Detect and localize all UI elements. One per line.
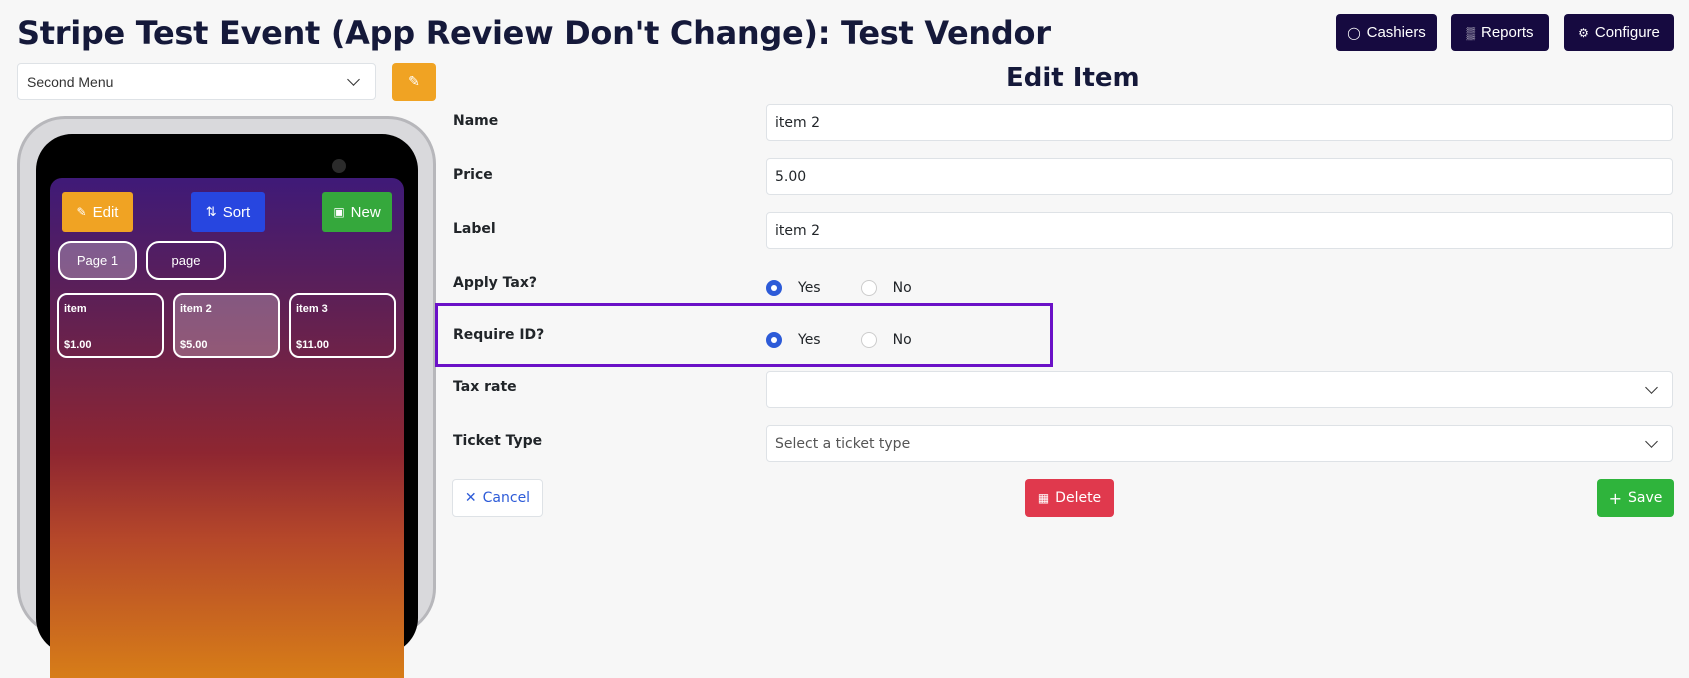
require-id-yes-radio[interactable] — [766, 332, 782, 348]
item-card-name: item 3 — [296, 303, 328, 315]
item-card-price: $1.00 — [64, 339, 92, 351]
cancel-button-label: Cancel — [482, 490, 531, 506]
page-tab-1[interactable]: Page 1 — [58, 241, 137, 280]
name-input[interactable]: item 2 — [766, 104, 1673, 141]
tax-rate-label: Tax rate — [453, 379, 517, 395]
cashiers-button-label: Cashiers — [1366, 24, 1426, 41]
reports-button[interactable]: ▒ Reports — [1451, 14, 1549, 51]
edit-menu-button[interactable]: ✎ — [392, 63, 436, 101]
item-card-name: item — [64, 303, 87, 315]
chevron-down-icon — [1645, 434, 1658, 448]
ticket-type-placeholder: Select a ticket type — [775, 435, 911, 452]
phone-new-button[interactable]: ▣ New — [322, 192, 392, 232]
phone-preview: ✎ Edit ⇅ Sort ▣ New Page 1 page item $1.… — [17, 116, 436, 678]
cancel-button[interactable]: ✕ Cancel — [452, 479, 543, 517]
ticket-type-label: Ticket Type — [453, 433, 543, 449]
item-card-name: item 2 — [180, 303, 212, 315]
apply-tax-yes-label[interactable]: Yes — [798, 280, 821, 296]
price-label: Price — [453, 167, 493, 183]
gear-icon: ⚙ — [1578, 25, 1589, 40]
name-label: Name — [453, 113, 499, 129]
sort-icon: ⇅ — [205, 204, 217, 219]
save-button-label: Save — [1628, 490, 1663, 506]
phone-sort-label: Sort — [222, 203, 251, 221]
bar-chart-icon: ▒ — [1466, 25, 1475, 40]
phone-screen: ✎ Edit ⇅ Sort ▣ New Page 1 page item $1.… — [50, 178, 404, 678]
plus-icon: + — [1608, 488, 1623, 508]
label-input[interactable]: item 2 — [766, 212, 1673, 249]
phone-bezel: ✎ Edit ⇅ Sort ▣ New Page 1 page item $1.… — [36, 134, 418, 678]
item-card-price: $5.00 — [180, 339, 208, 351]
item-card[interactable]: item $1.00 — [57, 293, 164, 358]
require-id-radio-group: Yes No — [766, 332, 952, 348]
close-icon: ✕ — [464, 490, 477, 506]
configure-button-label: Configure — [1594, 24, 1660, 41]
ticket-type-select[interactable]: Select a ticket type — [766, 425, 1673, 462]
require-id-no-label[interactable]: No — [893, 332, 912, 348]
apply-tax-yes-radio[interactable] — [766, 280, 782, 296]
chevron-down-icon — [1645, 380, 1658, 394]
apply-tax-label: Apply Tax? — [453, 275, 538, 291]
configure-button[interactable]: ⚙ Configure — [1564, 14, 1674, 51]
phone-new-label: New — [350, 203, 381, 221]
item-card-price: $11.00 — [296, 339, 330, 351]
phone-edit-label: Edit — [92, 203, 119, 221]
label-input-value: item 2 — [775, 222, 820, 239]
apply-tax-no-radio[interactable] — [860, 280, 877, 296]
name-input-value: item 2 — [775, 114, 820, 131]
price-input-value: 5.00 — [775, 168, 807, 185]
apply-tax-radio-group: Yes No — [766, 280, 952, 296]
menu-select-value: Second Menu — [27, 73, 114, 90]
phone-sort-button[interactable]: ⇅ Sort — [191, 192, 265, 232]
save-button[interactable]: + Save — [1597, 479, 1674, 517]
require-id-yes-label[interactable]: Yes — [798, 332, 821, 348]
edit-icon: ✎ — [76, 205, 87, 219]
trash-icon: ▦ — [1037, 491, 1050, 505]
new-file-icon: ▣ — [333, 205, 345, 219]
apply-tax-no-label[interactable]: No — [893, 280, 912, 296]
page-title: Stripe Test Event (App Review Don't Chan… — [17, 14, 1051, 52]
price-input[interactable]: 5.00 — [766, 158, 1673, 195]
require-id-label: Require ID? — [453, 327, 545, 343]
edit-icon: ✎ — [408, 74, 420, 90]
reports-button-label: Reports — [1480, 24, 1534, 41]
item-card-selected[interactable]: item 2 $5.00 — [173, 293, 280, 358]
tax-rate-select[interactable] — [766, 371, 1673, 408]
label-label: Label — [453, 221, 496, 237]
require-id-no-radio[interactable] — [860, 332, 877, 348]
chevron-down-icon — [347, 72, 360, 86]
delete-button-label: Delete — [1055, 490, 1102, 506]
form-title: Edit Item — [1006, 63, 1140, 93]
cashiers-button[interactable]: ◯ Cashiers — [1336, 14, 1437, 51]
menu-select[interactable]: Second Menu — [17, 63, 376, 100]
camera-icon — [332, 159, 346, 173]
page-tab-2[interactable]: page — [146, 241, 226, 280]
delete-button[interactable]: ▦ Delete — [1025, 479, 1114, 517]
item-card[interactable]: item 3 $11.00 — [289, 293, 396, 358]
phone-edit-button[interactable]: ✎ Edit — [62, 192, 133, 232]
user-icon: ◯ — [1347, 25, 1361, 40]
